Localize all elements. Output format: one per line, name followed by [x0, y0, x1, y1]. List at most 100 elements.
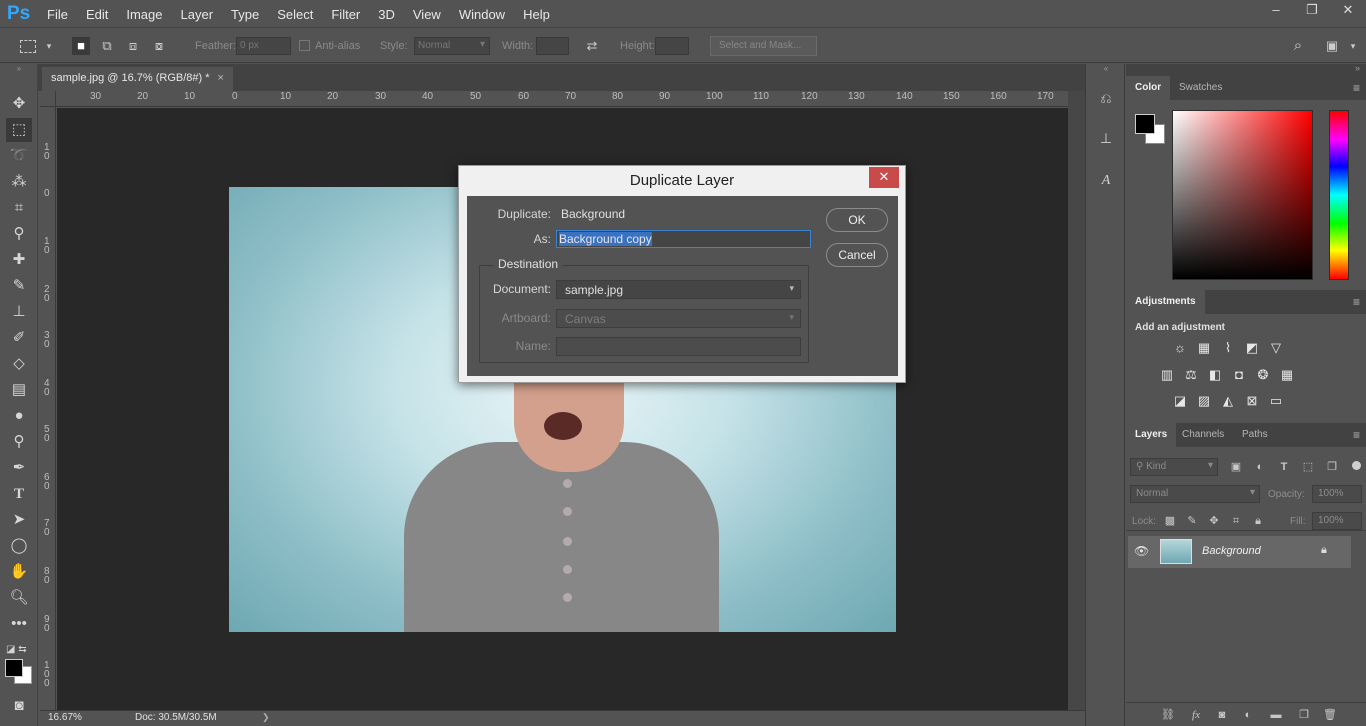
brush-tool-icon[interactable]: ✎	[6, 274, 32, 298]
menu-window[interactable]: Window	[450, 0, 514, 28]
menu-file[interactable]: File	[38, 0, 77, 28]
tab-adjustments[interactable]: Adjustments	[1126, 290, 1205, 314]
minimize-button[interactable]: ‒	[1258, 0, 1294, 22]
dodge-tool-icon[interactable]: ⚲	[6, 430, 32, 454]
shape-filter-icon[interactable]: ⬚	[1300, 459, 1316, 475]
exposure-icon[interactable]: ◩	[1243, 339, 1261, 357]
collapse-icon[interactable]: »	[1355, 63, 1360, 73]
zoom-level[interactable]: 16.67%	[48, 712, 82, 723]
curves-icon[interactable]: ⌇	[1219, 339, 1237, 357]
new-selection-icon[interactable]: ■	[72, 37, 90, 55]
path-selection-tool-icon[interactable]: ➤	[6, 508, 32, 532]
photo-filter-icon[interactable]: ◘	[1230, 366, 1248, 384]
intersect-selection-icon[interactable]: ⧇	[150, 37, 168, 55]
swap-arrows-icon[interactable]: ⇄	[583, 37, 601, 55]
cancel-button[interactable]: Cancel	[826, 243, 888, 267]
hand-tool-icon[interactable]: ✋	[6, 560, 32, 584]
collapse-icon[interactable]: «	[1095, 64, 1117, 74]
healing-brush-tool-icon[interactable]: ✚	[6, 248, 32, 272]
chevron-down-icon[interactable]: ▾	[40, 37, 58, 55]
subtract-selection-icon[interactable]: ⧈	[124, 37, 142, 55]
panel-menu-icon[interactable]: ≡	[1353, 428, 1360, 442]
channel-mixer-icon[interactable]: ❂	[1254, 366, 1272, 384]
eraser-tool-icon[interactable]: ◇	[6, 352, 32, 376]
levels-icon[interactable]: ▦	[1195, 339, 1213, 357]
foreground-color-swatch[interactable]	[1135, 114, 1155, 134]
adjustment-filter-icon[interactable]: ◐	[1252, 459, 1268, 475]
tab-color[interactable]: Color	[1126, 76, 1171, 100]
menu-help[interactable]: Help	[514, 0, 559, 28]
character-panel-icon[interactable]: A	[1095, 170, 1117, 192]
panel-menu-icon[interactable]: ≡	[1353, 81, 1360, 95]
restore-button[interactable]: ❐	[1294, 0, 1330, 22]
history-panel-icon[interactable]: ⎌	[1095, 87, 1117, 109]
chevron-down-icon[interactable]: ▾	[1344, 37, 1362, 55]
pixel-filter-icon[interactable]: ▣	[1228, 459, 1244, 475]
gradient-map-icon[interactable]: ▭	[1267, 392, 1285, 410]
feather-input[interactable]: 0 px	[236, 37, 291, 55]
move-tool-icon[interactable]: ✥	[6, 92, 32, 116]
menu-image[interactable]: Image	[117, 0, 171, 28]
vertical-scrollbar[interactable]	[1068, 91, 1085, 710]
tab-paths[interactable]: Paths	[1233, 423, 1277, 447]
type-filter-icon[interactable]: T	[1276, 459, 1292, 475]
quick-mask-icon[interactable]: ◙	[6, 694, 32, 718]
clone-stamp-tool-icon[interactable]: ⊥	[6, 300, 32, 324]
color-picker-field[interactable]	[1172, 110, 1313, 280]
layer-kind-filter[interactable]: ⚲ Kind ▾	[1130, 458, 1218, 476]
selective-color-icon[interactable]: ⊠	[1243, 392, 1261, 410]
add-mask-icon[interactable]: ◙	[1214, 707, 1230, 723]
tab-channels[interactable]: Channels	[1173, 423, 1233, 447]
workspace-icon[interactable]: ▣	[1323, 37, 1341, 55]
black-white-icon[interactable]: ◧	[1206, 366, 1224, 384]
link-layers-icon[interactable]: ⛓	[1160, 707, 1176, 723]
marquee-preset-icon[interactable]	[20, 40, 36, 53]
tab-layers[interactable]: Layers	[1126, 423, 1177, 447]
hue-saturation-icon[interactable]: ▥	[1158, 366, 1176, 384]
lasso-tool-icon[interactable]: ➰	[6, 144, 32, 168]
pen-tool-icon[interactable]: ✒	[6, 456, 32, 480]
collapse-icon[interactable]: »	[6, 64, 32, 74]
marquee-tool-icon[interactable]: ⬚	[6, 118, 32, 142]
opacity-input[interactable]: 100%	[1312, 485, 1362, 503]
as-input[interactable]: Background copy	[556, 230, 811, 248]
ellipse-tool-icon[interactable]: ◯	[6, 534, 32, 558]
threshold-icon[interactable]: ◭	[1219, 392, 1237, 410]
delete-layer-icon[interactable]: 🗑︎	[1322, 707, 1338, 723]
blur-tool-icon[interactable]: ●	[6, 404, 32, 428]
filter-toggle-icon[interactable]	[1352, 461, 1361, 470]
antialias-checkbox[interactable]	[299, 40, 310, 51]
style-select[interactable]: Normal ▾	[414, 37, 490, 55]
posterize-icon[interactable]: ▨	[1195, 392, 1213, 410]
type-tool-icon[interactable]: T	[6, 482, 32, 506]
foreground-color-swatch[interactable]	[5, 659, 23, 677]
document-select[interactable]: sample.jpg ▾	[556, 280, 801, 299]
close-window-button[interactable]: ✕	[1330, 0, 1366, 22]
crop-tool-icon[interactable]: ⌗	[6, 196, 32, 220]
document-tab[interactable]: sample.jpg @ 16.7% (RGB/8#) * ×	[42, 67, 233, 91]
fill-input[interactable]: 100%	[1312, 512, 1362, 530]
lock-position-icon[interactable]: ✥	[1206, 513, 1222, 529]
menu-edit[interactable]: Edit	[77, 0, 117, 28]
layer-row[interactable]: 👁︎ Background 🔒︎	[1128, 536, 1351, 568]
panel-menu-icon[interactable]: ≡	[1353, 295, 1360, 309]
select-and-mask-button[interactable]: Select and Mask...	[710, 36, 817, 56]
menu-view[interactable]: View	[404, 0, 450, 28]
tab-swatches[interactable]: Swatches	[1170, 76, 1231, 100]
lock-image-icon[interactable]: ✎	[1184, 513, 1200, 529]
clone-source-panel-icon[interactable]: ⊥	[1095, 127, 1117, 149]
color-balance-icon[interactable]: ⚖	[1182, 366, 1200, 384]
menu-select[interactable]: Select	[268, 0, 322, 28]
history-brush-tool-icon[interactable]: ✐	[6, 326, 32, 350]
color-lookup-icon[interactable]: ▦	[1278, 366, 1296, 384]
quick-selection-tool-icon[interactable]: ⁂	[6, 170, 32, 194]
dialog-close-button[interactable]: ✕	[869, 167, 899, 188]
brightness-contrast-icon[interactable]: ☼	[1171, 339, 1189, 357]
menu-type[interactable]: Type	[222, 0, 268, 28]
blend-mode-select[interactable]: Normal ▾	[1130, 485, 1260, 503]
new-group-icon[interactable]: ▬	[1268, 707, 1284, 723]
zoom-tool-icon[interactable]: 🔍︎	[6, 586, 32, 610]
height-input[interactable]	[655, 37, 689, 55]
menu-layer[interactable]: Layer	[172, 0, 223, 28]
new-adjustment-layer-icon[interactable]: ◐	[1240, 707, 1256, 723]
